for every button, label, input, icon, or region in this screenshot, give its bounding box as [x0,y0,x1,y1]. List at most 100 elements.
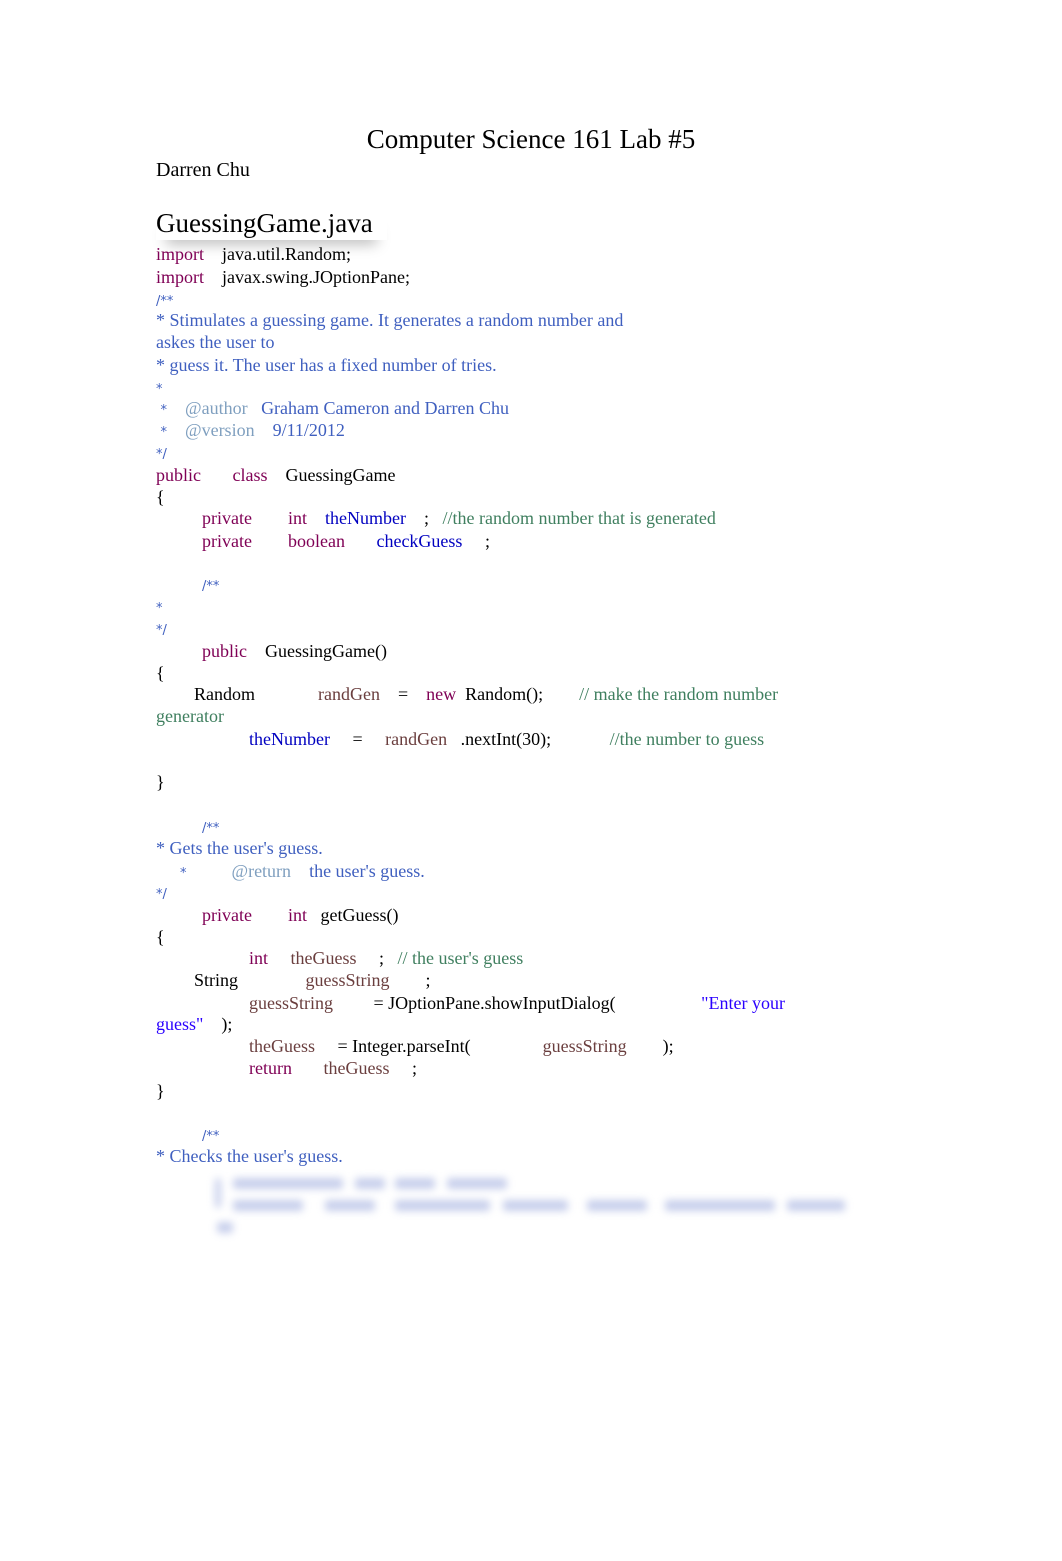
local-variable: theGuess [323,1058,390,1078]
statement-input-dialog: guessString = JOptionPane.showInputDialo… [249,992,785,1014]
code-line-import-random: import java.util.Random; [156,243,351,265]
import-path: java.util.Random; [222,244,351,264]
brace: { [156,927,165,947]
javadoc-return-line: * @return the user's guess. [180,860,425,885]
method-call: = Integer.parseInt( [337,1036,471,1056]
semicolon: ; [379,948,385,968]
javadoc-line: * Gets the user's guess. [156,838,323,858]
brace: } [156,772,165,792]
class-declaration: public class GuessingGame [156,464,395,486]
keyword: import [156,267,204,287]
keyword: public [202,641,247,661]
closing-paren: ); [221,1014,233,1034]
local-variable: randGen [318,684,380,704]
javadoc-delimiter: */ [156,447,167,462]
semicolon: ; [484,531,490,551]
method-call: Random(); [465,684,544,704]
method-call: = JOptionPane.showInputDialog( [373,993,616,1013]
statement-input-dialog-wrap: guess" ); [156,1013,232,1035]
local-variable: guessString [305,970,390,990]
javadoc-open: /** [202,573,219,598]
keyword: int [249,948,269,968]
javadoc-star: * [160,403,168,418]
javadoc-tag-value: 9/11/2012 [272,420,345,440]
class-name: GuessingGame [285,465,396,485]
statement-parseint: theGuess = Integer.parseInt( guessString… [249,1035,674,1057]
keyword: boolean [287,531,345,551]
keyword: private [202,531,252,551]
javadoc-tag: @return [231,861,292,881]
javadoc-close: */ [156,617,167,642]
local-variable: guessString [542,1036,627,1056]
file-heading: GuessingGame.java [156,206,387,240]
javadoc-delimiter: /** [202,821,220,836]
type-name: String [194,970,239,990]
constructor-name: GuessingGame() [265,641,387,661]
method-declaration: private int getGuess() [202,904,398,926]
field-declaration: private boolean checkGuess ; [202,530,490,552]
javadoc-close: */ [156,441,167,466]
local-variable: randGen [385,729,448,749]
keyword: int [287,905,307,925]
javadoc-delimiter: */ [156,623,167,638]
line-comment: //the random number that is generated [442,508,716,528]
document-title: Computer Science 161 Lab #5 [366,124,696,154]
brace: } [156,1081,165,1101]
field-name: checkGuess [376,531,463,551]
method-call: .nextInt(30); [460,729,552,749]
javadoc-star: * [156,382,163,397]
brace: { [156,487,165,507]
blurred-content-preview [215,1170,845,1235]
javadoc-delimiter: /** [202,579,220,594]
method-name: getGuess() [320,905,399,925]
semicolon: ; [423,508,429,528]
javadoc-delimiter: */ [156,887,167,902]
javadoc-star: * [180,866,187,881]
javadoc-star: * [156,601,163,616]
type-name: Random [194,684,255,704]
operator: = [352,729,363,749]
line-comment: //the number to guess [609,729,765,749]
statement-guessstring-decl: String guessString ; [194,969,431,991]
javadoc-tag: @version [185,420,255,440]
keyword: class [232,465,268,485]
keyword: public [156,465,201,485]
author-name: Darren Chu [156,159,250,181]
javadoc-delimiter: /** [156,294,174,309]
semicolon: ; [425,970,431,990]
local-variable: theGuess [249,1036,315,1056]
line-comment-wrap: generator [156,706,224,726]
keyword: return [249,1058,292,1078]
string-literal: "Enter your [701,993,785,1013]
javadoc-line: * Checks the user's guess. [156,1146,343,1166]
javadoc-tag: @author [185,398,248,418]
statement-randgen: Random randGen = new Random(); // make t… [194,683,778,705]
javadoc-tag-value: the user's guess. [309,861,425,881]
line-comment: // the user's guess [397,948,524,968]
statement-thenumber: theNumber = randGen .nextInt(30); //the … [249,728,764,750]
document-page: Computer Science 161 Lab #5 Darren Chu G… [0,0,1062,1561]
closing-paren: ); [662,1036,674,1056]
line-comment: // make the random number [579,684,779,704]
code-line-import-joptionpane: import javax.swing.JOptionPane; [156,266,410,288]
field-name: theNumber [325,508,406,528]
javadoc-line: * guess it. The user has a fixed number … [156,355,497,375]
javadoc-version-line: * @version 9/11/2012 [156,419,345,444]
keyword: int [287,508,307,528]
local-variable: theGuess [290,948,357,968]
statement-theguess-decl: int theGuess ; // the user's guess [249,947,523,969]
field-declaration: private int theNumber ; //the random num… [202,507,716,529]
javadoc-line: askes the user to [156,332,275,352]
keyword: private [202,905,252,925]
operator: = [397,684,409,704]
string-literal: guess" [156,1014,204,1034]
keyword: new [426,684,457,704]
local-variable: guessString [249,993,334,1013]
javadoc-delimiter: /** [202,1129,220,1144]
brace: { [156,663,165,683]
javadoc-tag-value: Graham Cameron and Darren Chu [261,398,509,418]
statement-return: return theGuess ; [249,1057,417,1079]
import-path: javax.swing.JOptionPane; [222,267,410,287]
semicolon: ; [411,1058,417,1078]
field-name: theNumber [249,729,330,749]
